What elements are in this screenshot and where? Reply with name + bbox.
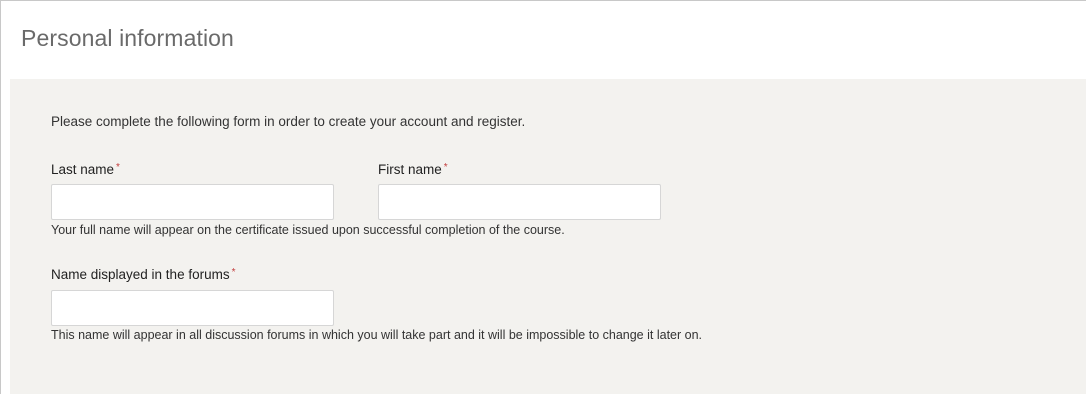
first-name-label: First name * bbox=[378, 162, 448, 177]
forum-name-label: Name displayed in the forums * bbox=[51, 267, 236, 282]
last-name-input[interactable] bbox=[51, 184, 334, 220]
required-marker: * bbox=[116, 162, 120, 173]
full-name-help-text: Your full name will appear on the certif… bbox=[51, 223, 565, 237]
last-name-label: Last name * bbox=[51, 162, 120, 177]
forum-name-label-text: Name displayed in the forums bbox=[51, 267, 230, 282]
first-name-label-text: First name bbox=[378, 162, 442, 177]
last-name-label-text: Last name bbox=[51, 162, 115, 177]
required-marker: * bbox=[231, 267, 236, 278]
required-marker: * bbox=[443, 162, 448, 173]
personal-information-page: Personal information Please complete the… bbox=[0, 0, 1086, 394]
section-title: Personal information bbox=[21, 25, 234, 51]
first-name-input[interactable] bbox=[378, 184, 661, 220]
forum-name-input[interactable] bbox=[51, 290, 334, 326]
form-intro-text: Please complete the following form in or… bbox=[51, 114, 526, 129]
forum-name-help-text: This name will appear in all discussion … bbox=[51, 328, 703, 342]
form-panel: Please complete the following form in or… bbox=[10, 79, 1086, 394]
